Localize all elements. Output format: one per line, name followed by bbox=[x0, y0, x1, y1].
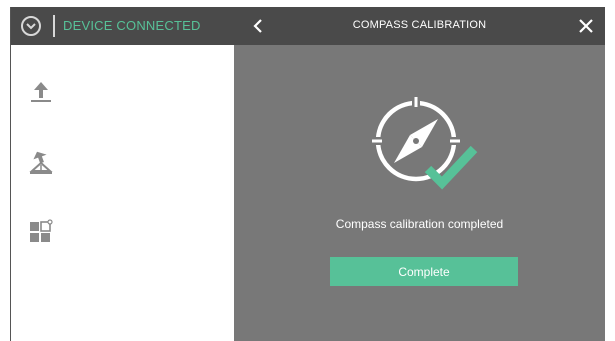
collapse-button[interactable] bbox=[21, 16, 41, 36]
app-window: DEVICE CONNECTED COMPASS CALIBRATION Com… bbox=[10, 7, 605, 341]
upload-icon bbox=[31, 82, 51, 102]
return-home-button[interactable] bbox=[29, 149, 53, 175]
status-message: Compass calibration completed bbox=[335, 217, 504, 231]
compass-check-icon bbox=[372, 97, 478, 190]
left-header: DEVICE CONNECTED bbox=[11, 7, 235, 45]
header-divider bbox=[53, 15, 55, 37]
complete-button[interactable]: Complete bbox=[330, 257, 518, 286]
dialog-header: COMPASS CALIBRATION bbox=[234, 7, 605, 45]
grid-settings-icon bbox=[30, 219, 53, 242]
close-icon bbox=[579, 19, 593, 33]
upload-button[interactable] bbox=[29, 79, 53, 105]
left-panel: DEVICE CONNECTED bbox=[10, 7, 235, 341]
chevron-down-icon bbox=[26, 23, 36, 30]
compass-calibration-dialog: COMPASS CALIBRATION Compass calibration … bbox=[234, 7, 605, 341]
grid-settings-button[interactable] bbox=[29, 219, 53, 245]
close-button[interactable] bbox=[578, 18, 594, 34]
device-status: DEVICE CONNECTED bbox=[63, 18, 201, 33]
dialog-title: COMPASS CALIBRATION bbox=[352, 19, 487, 31]
return-home-icon bbox=[29, 151, 53, 174]
